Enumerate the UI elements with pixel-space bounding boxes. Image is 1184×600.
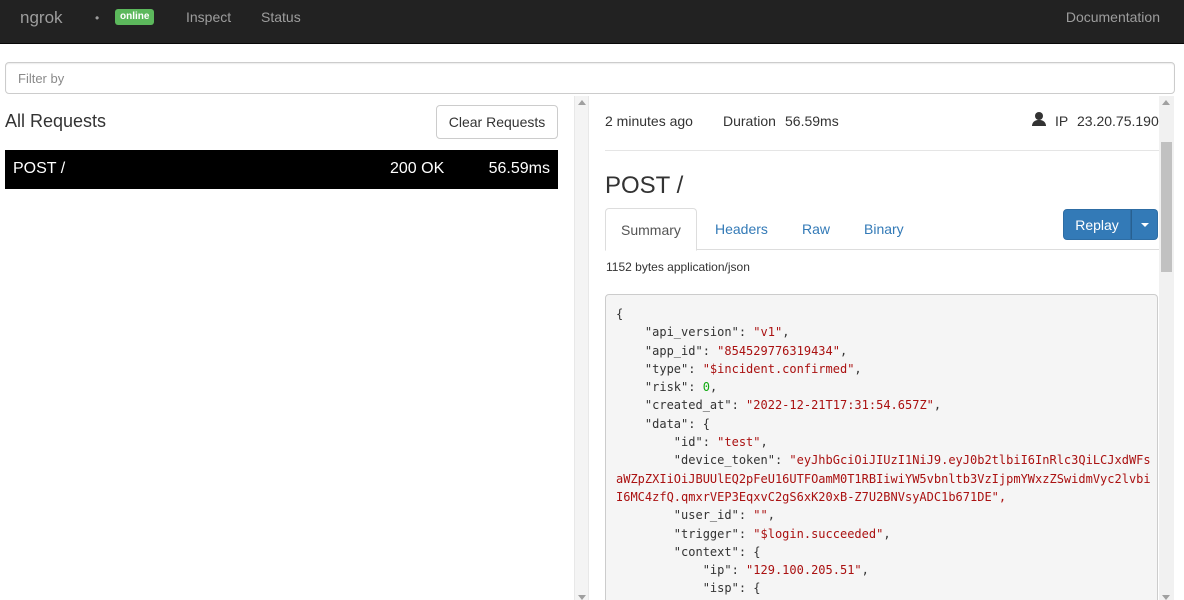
request-row[interactable]: POST / 200 OK 56.59ms xyxy=(5,150,558,189)
tab-binary[interactable]: Binary xyxy=(849,208,919,250)
filter-input[interactable] xyxy=(5,62,1175,94)
body-json-line: "ip": "129.100.205.51", xyxy=(616,563,869,578)
nav-documentation[interactable]: Documentation xyxy=(1066,9,1160,25)
scroll-down-arrow-icon[interactable] xyxy=(578,595,586,600)
status-badge: online xyxy=(115,9,155,25)
detail-scrollbar[interactable] xyxy=(1159,96,1174,600)
request-detail-pane: 2 minutes ago Duration 56.59ms IP 23.20.… xyxy=(590,96,1159,600)
top-navbar: ngrok • online Inspect Status Documentat… xyxy=(0,0,1184,44)
ip-label: IP xyxy=(1055,113,1069,129)
clear-requests-button[interactable]: Clear Requests xyxy=(436,105,558,139)
user-icon xyxy=(1032,112,1046,126)
requests-title: All Requests xyxy=(5,111,107,131)
body-json-line: I6MC4zfQ.qmxrVEP3EqxvC2gS6xK20xB-Z7U2BNV… xyxy=(616,489,1007,504)
body-meta: 1152 bytes application/json xyxy=(606,260,750,274)
request-duration: 56.59ms xyxy=(488,160,550,177)
ip-value: 23.20.75.190 xyxy=(1077,113,1159,129)
scrollbar-thumb[interactable] xyxy=(1161,142,1172,272)
tab-summary[interactable]: Summary xyxy=(605,208,697,251)
body-json-line: "user_id": "", xyxy=(616,508,775,523)
request-method-path: POST / xyxy=(13,160,66,177)
body-json-line: "context": { xyxy=(616,544,761,559)
body-json-line: "device_token": "eyJhbGciOiJIUzI1NiJ9.ey… xyxy=(616,453,1151,468)
replay-button[interactable]: Replay xyxy=(1063,209,1131,240)
brand-logo[interactable]: ngrok xyxy=(20,8,63,28)
duration-label: Duration xyxy=(723,113,776,129)
caret-down-icon xyxy=(1141,223,1149,227)
scroll-up-arrow-icon[interactable] xyxy=(1162,100,1170,105)
body-json-line: "created_at": "2022-12-21T17:31:54.657Z"… xyxy=(616,398,942,413)
tab-raw[interactable]: Raw xyxy=(787,208,845,250)
nav-status[interactable]: Status xyxy=(261,9,301,25)
body-json-line: { xyxy=(616,307,624,321)
body-json-line: "api_version": "v1", xyxy=(616,325,790,340)
replay-dropdown-button[interactable] xyxy=(1131,209,1158,240)
status-dot: • xyxy=(95,11,100,25)
body-json-line: "app_id": "854529776319434", xyxy=(616,343,848,358)
request-time-ago: 2 minutes ago xyxy=(605,113,693,129)
body-json: { "api_version": "v1", "app_id": "854529… xyxy=(605,294,1158,600)
body-json-line: "data": { xyxy=(616,416,710,431)
scroll-down-arrow-icon[interactable] xyxy=(1162,595,1170,600)
requests-pane: All Requests Clear Requests POST / 200 O… xyxy=(0,96,574,600)
divider xyxy=(605,150,1159,151)
body-json-line: "trigger": "$login.succeeded", xyxy=(616,526,891,541)
body-json-line: "risk": 0, xyxy=(616,380,718,395)
request-status: 200 OK xyxy=(390,160,445,177)
tab-headers[interactable]: Headers xyxy=(700,208,783,250)
body-json-line: "isp": { xyxy=(616,581,761,596)
body-json-line: "type": "$incident.confirmed", xyxy=(616,361,862,376)
body-json-line: aWZpZXIiOiJBUUlEQ2pFeU16UTFOamM0T1RBIiwi… xyxy=(616,471,1151,486)
body-json-line: "id": "test", xyxy=(616,435,768,450)
scroll-up-arrow-icon[interactable] xyxy=(578,100,586,105)
duration-value: 56.59ms xyxy=(785,113,839,129)
nav-inspect[interactable]: Inspect xyxy=(186,9,231,25)
request-title: POST / xyxy=(605,172,684,199)
pane-scrollbar[interactable] xyxy=(574,96,589,600)
